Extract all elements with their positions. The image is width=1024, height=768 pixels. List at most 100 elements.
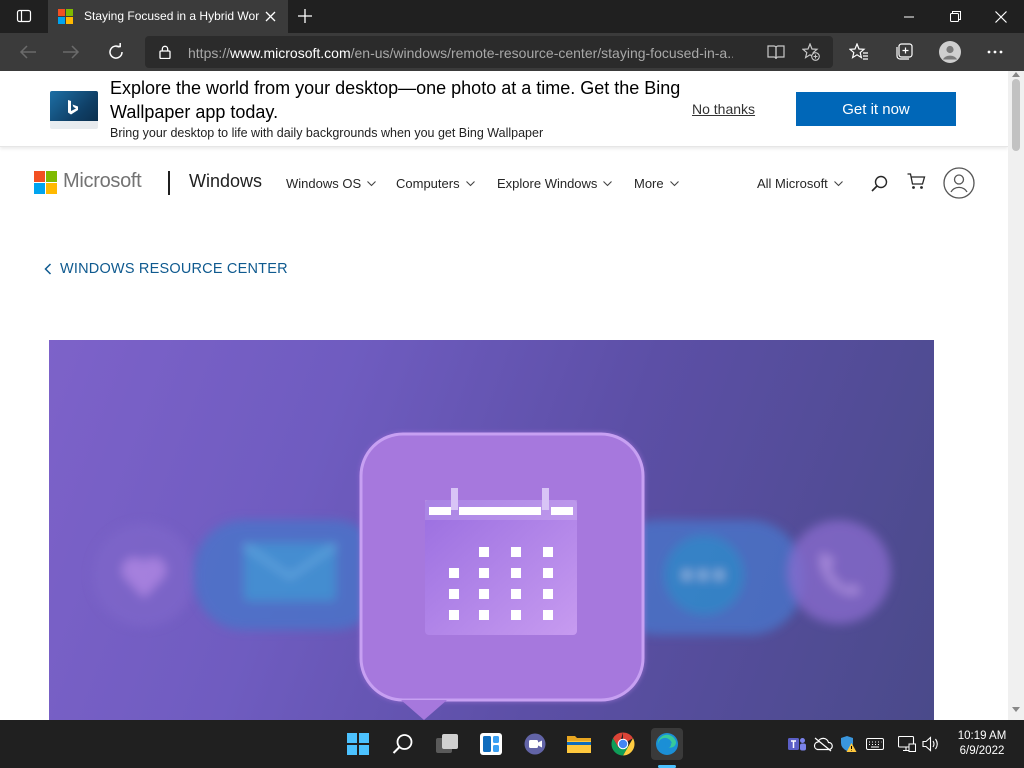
taskbar-search-button[interactable] (387, 728, 419, 760)
clock-time[interactable]: 10:19 AM (952, 730, 1012, 742)
more-dots-icon (987, 50, 1003, 54)
restore-icon (949, 11, 961, 22)
calendar-day (511, 589, 521, 599)
profile-avatar-icon (939, 41, 961, 63)
edge-button[interactable] (651, 728, 683, 760)
tray-teams[interactable] (784, 728, 810, 760)
calendar-day (543, 547, 553, 557)
address-bar[interactable]: https://www.microsoft.com/en-us/windows/… (145, 36, 833, 68)
microsoft-brand[interactable]: Microsoft (63, 170, 142, 193)
favorites-button[interactable] (843, 36, 875, 68)
calendar-day (449, 610, 459, 620)
scroll-up-icon[interactable] (1012, 72, 1020, 77)
minimize-icon (904, 16, 914, 17)
product-name[interactable]: Windows (189, 171, 262, 192)
mail-bubble (194, 520, 384, 630)
no-thanks-link[interactable]: No thanks (692, 101, 755, 117)
chrome-icon (611, 732, 635, 756)
nav-all-microsoft[interactable]: All Microsoft (757, 176, 843, 191)
add-favorite-icon[interactable] (802, 43, 820, 61)
chat-icon (524, 733, 546, 755)
hero-illustration-art (92, 432, 891, 720)
bing-wallpaper-logo (50, 91, 98, 129)
calendar-bubble (359, 432, 645, 720)
settings-more-button[interactable] (979, 36, 1011, 68)
close-tab-icon[interactable] (265, 11, 276, 22)
calendar-day (511, 547, 521, 557)
widgets-button[interactable] (475, 728, 507, 760)
scroll-thumb[interactable] (1012, 79, 1020, 151)
calendar-day (479, 547, 489, 557)
calendar-day (511, 568, 521, 578)
restore-button[interactable] (932, 0, 978, 33)
new-tab-button[interactable] (289, 0, 321, 32)
nav-explore-windows[interactable]: Explore Windows (497, 176, 613, 191)
calendar-day (543, 589, 553, 599)
calendar-day (449, 589, 459, 599)
task-view-icon (436, 734, 458, 753)
tab-actions-icon (16, 9, 32, 23)
chevron-down-icon (669, 180, 679, 186)
lock-icon[interactable] (159, 45, 171, 59)
browser-title-bar: Staying Focused in a Hybrid Wor (0, 0, 1024, 33)
chevron-left-icon (44, 263, 52, 275)
nav-label: Explore Windows (497, 176, 598, 191)
bing-logo-base (50, 121, 98, 129)
calendar-day (543, 568, 553, 578)
calendar-day (479, 568, 489, 578)
arrow-right-icon (63, 45, 80, 59)
calendar-day (449, 568, 459, 578)
back-button[interactable] (12, 36, 44, 68)
arrow-left-icon (19, 45, 36, 59)
account-sign-in-icon[interactable] (943, 167, 975, 199)
cart-icon[interactable] (907, 173, 926, 190)
tray-onedrive[interactable] (810, 728, 836, 760)
collections-button[interactable] (888, 36, 920, 68)
refresh-button[interactable] (100, 36, 132, 68)
folder-icon (567, 736, 591, 753)
page-scrollbar[interactable] (1008, 71, 1024, 720)
nav-more[interactable]: More (634, 176, 679, 191)
plus-icon (298, 9, 312, 23)
minimize-button[interactable] (886, 0, 932, 33)
chevron-down-icon (603, 180, 613, 186)
tray-security[interactable] (835, 728, 861, 760)
close-window-button[interactable] (978, 0, 1024, 33)
browser-toolbar: https://www.microsoft.com/en-us/windows/… (0, 33, 1024, 71)
immersive-reader-icon[interactable] (767, 44, 785, 60)
start-button[interactable] (342, 728, 374, 760)
chrome-button[interactable] (607, 728, 639, 760)
microsoft-logo-icon[interactable] (34, 171, 57, 194)
chevron-down-icon (833, 180, 843, 186)
clock-date[interactable]: 6/9/2022 (952, 745, 1012, 757)
file-explorer-button[interactable] (563, 728, 595, 760)
favorites-icon (849, 43, 868, 60)
teams-chat-button[interactable] (519, 728, 551, 760)
close-icon (995, 10, 1007, 23)
speaker-icon (922, 736, 938, 752)
nav-windows-os[interactable]: Windows OS (286, 176, 377, 191)
profile-button[interactable] (934, 36, 966, 68)
tray-keyboard[interactable] (862, 728, 888, 760)
windows-taskbar (0, 720, 1024, 768)
url-prefix: https:// (188, 45, 231, 61)
back-link-label: WINDOWS RESOURCE CENTER (60, 261, 288, 277)
windows-start-icon (347, 733, 369, 755)
url-path: /en-us/windows/remote-resource-center/st… (350, 45, 733, 61)
windows-resource-center-link[interactable]: WINDOWS RESOURCE CENTER (44, 261, 288, 277)
task-view-button[interactable] (431, 728, 463, 760)
bing-wallpaper-banner: Explore the world from your desktop—one … (0, 71, 1008, 147)
search-icon[interactable] (871, 175, 888, 192)
nav-computers[interactable]: Computers (396, 176, 475, 191)
cloud-offline-icon (813, 737, 833, 752)
tray-network[interactable] (894, 728, 920, 760)
tab-active[interactable]: Staying Focused in a Hybrid Wor (48, 0, 288, 33)
scroll-down-icon[interactable] (1012, 707, 1020, 712)
widgets-icon (480, 733, 502, 755)
url-host: www.microsoft.com (230, 45, 351, 61)
forward-button[interactable] (55, 36, 87, 68)
chevron-down-icon (367, 180, 377, 186)
get-it-now-button[interactable]: Get it now (796, 92, 956, 126)
tray-volume[interactable] (918, 728, 944, 760)
tab-actions-button[interactable] (8, 0, 40, 32)
